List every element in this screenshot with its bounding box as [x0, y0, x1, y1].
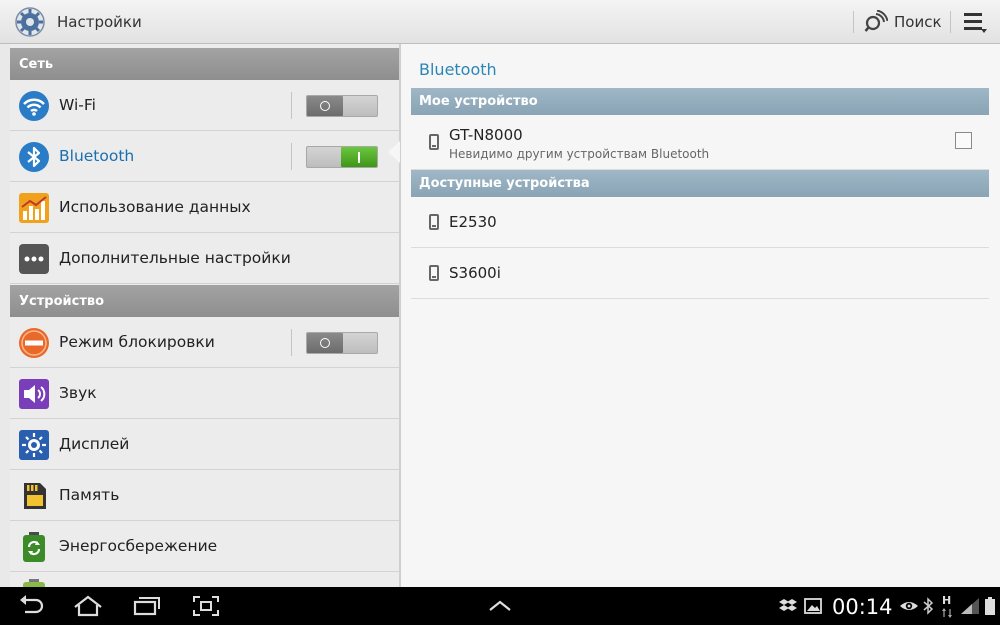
bluetooth-status-icon: [923, 597, 934, 615]
sidebar-item-label: Режим блокировки: [59, 333, 215, 351]
sidebar-item-label: Bluetooth: [59, 147, 135, 165]
list-item[interactable]: E2530: [411, 197, 989, 248]
more-settings-icon: [19, 244, 49, 274]
wifi-icon: [19, 91, 49, 121]
sidebar-item-label: Wi-Fi: [59, 96, 96, 114]
sidebar-item-sound[interactable]: Звук: [10, 368, 399, 419]
selection-pointer: [388, 141, 400, 163]
data-arrows-icon: [942, 608, 952, 618]
blocking-mode-icon: [19, 328, 49, 358]
settings-gear-icon[interactable]: [14, 6, 46, 38]
sidebar-item-more-settings[interactable]: Дополнительные настройки: [10, 233, 399, 284]
sidebar-item-label: Звук: [59, 384, 97, 402]
screenshot-icon[interactable]: [190, 594, 222, 618]
battery-status-icon: [985, 597, 995, 615]
home-icon[interactable]: [72, 594, 104, 618]
phone-icon: [429, 134, 439, 150]
page-title: Настройки: [57, 13, 142, 31]
sidebar-item-power-saving[interactable]: Энергосбережение: [10, 521, 399, 572]
device-visibility-status: Невидимо другим устройствам Bluetooth: [449, 147, 710, 161]
gallery-icon: [804, 598, 822, 614]
blocking-mode-toggle[interactable]: [306, 332, 378, 354]
sidebar-item-storage[interactable]: Память: [10, 470, 399, 521]
phone-icon: [429, 265, 439, 281]
sidebar-item-wifi[interactable]: Wi-Fi: [10, 80, 399, 131]
phone-icon: [429, 214, 439, 230]
section-header-network: Сеть: [10, 48, 399, 80]
detail-title: Bluetooth: [419, 60, 497, 79]
visibility-checkbox[interactable]: [955, 132, 972, 149]
my-device-row[interactable]: GT-N8000 Невидимо другим устройствам Blu…: [411, 115, 989, 170]
recent-apps-icon[interactable]: [130, 594, 162, 618]
sidebar-item-label: Дисплей: [59, 435, 130, 453]
section-header-device: Устройство: [10, 285, 399, 317]
back-icon[interactable]: [16, 594, 48, 618]
sidebar-item-blocking-mode[interactable]: Режим блокировки: [10, 317, 399, 368]
chevron-up-icon[interactable]: [484, 594, 516, 618]
search-icon: [864, 10, 888, 32]
section-header-my-device: Мое устройство: [411, 88, 989, 115]
bluetooth-icon: [19, 142, 49, 172]
display-icon: [19, 430, 49, 460]
device-name: S3600i: [449, 264, 501, 282]
data-usage-icon: [19, 193, 49, 223]
sidebar-item-display[interactable]: Дисплей: [10, 419, 399, 470]
sidebar-item-data-usage[interactable]: Использование данных: [10, 182, 399, 233]
sidebar-item-label: Дополнительные настройки: [59, 249, 291, 267]
sidebar-item-label: Энергосбережение: [59, 537, 218, 555]
action-bar: Настройки Поиск: [0, 0, 1000, 44]
clock: 00:14: [832, 595, 893, 619]
system-bar: 00:14 H: [0, 587, 1000, 625]
settings-sidebar: Сеть Wi-Fi Bluetooth Использование данны…: [10, 44, 399, 587]
wifi-toggle[interactable]: [306, 95, 378, 117]
bluetooth-toggle[interactable]: [306, 146, 378, 168]
bluetooth-detail-panel: Bluetooth Мое устройство GT-N8000 Невиди…: [401, 44, 1000, 587]
device-name: E2530: [449, 213, 497, 231]
power-saving-icon: [23, 532, 45, 562]
search-label: Поиск: [894, 13, 942, 31]
signal-icon: [961, 598, 979, 614]
search-button[interactable]: Поиск: [864, 0, 942, 44]
network-type: H: [942, 594, 952, 607]
storage-icon: [24, 483, 46, 509]
sidebar-item-label: Использование данных: [59, 198, 251, 216]
battery-icon: [23, 579, 45, 587]
sidebar-item-label: Память: [59, 486, 120, 504]
list-item[interactable]: S3600i: [411, 248, 989, 299]
overflow-menu-icon[interactable]: [962, 10, 988, 34]
sidebar-item-bluetooth[interactable]: Bluetooth: [10, 131, 399, 182]
sidebar-item-partial: [10, 572, 399, 587]
smart-stay-eye-icon: [900, 602, 918, 610]
section-header-available-devices: Доступные устройства: [411, 170, 989, 197]
dropbox-icon: [779, 599, 797, 611]
device-name: GT-N8000: [449, 126, 523, 144]
sound-icon: [19, 379, 49, 409]
